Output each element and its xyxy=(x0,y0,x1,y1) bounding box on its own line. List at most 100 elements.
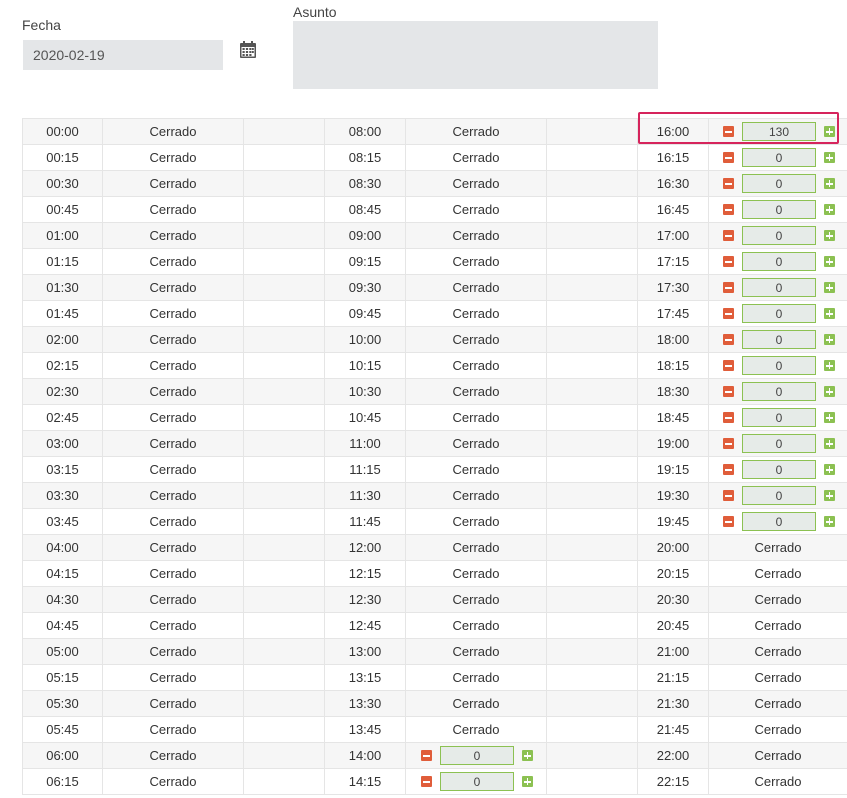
quantity-input[interactable] xyxy=(440,746,514,765)
minus-button[interactable] xyxy=(723,412,734,423)
status-cell: Cerrado xyxy=(708,638,847,665)
time-cell: 11:30 xyxy=(324,482,406,509)
plus-button[interactable] xyxy=(824,438,835,449)
time-cell: 17:45 xyxy=(637,300,709,327)
time-cell: 17:00 xyxy=(637,222,709,249)
status-cell: Cerrado xyxy=(405,430,547,457)
plus-button[interactable] xyxy=(824,412,835,423)
empty-cell xyxy=(546,768,638,795)
quantity-input[interactable] xyxy=(742,174,816,193)
time-cell: 12:30 xyxy=(324,586,406,613)
quantity-input[interactable] xyxy=(742,252,816,271)
quantity-control xyxy=(708,248,847,275)
plus-button[interactable] xyxy=(824,360,835,371)
quantity-input[interactable] xyxy=(742,382,816,401)
plus-button[interactable] xyxy=(824,256,835,267)
quantity-input[interactable] xyxy=(742,200,816,219)
minus-button[interactable] xyxy=(723,438,734,449)
time-cell: 03:15 xyxy=(22,456,103,483)
status-cell: Cerrado xyxy=(405,144,547,171)
time-cell: 05:30 xyxy=(22,690,103,717)
status-cell: Cerrado xyxy=(708,534,847,561)
plus-button[interactable] xyxy=(522,776,533,787)
table-row: 05:00 Cerrado 13:00 Cerrado 21:00 Cerrado xyxy=(22,638,847,665)
quantity-input[interactable] xyxy=(742,434,816,453)
plus-button[interactable] xyxy=(824,386,835,397)
time-cell: 01:00 xyxy=(22,222,103,249)
minus-button[interactable] xyxy=(723,152,734,163)
minus-button[interactable] xyxy=(723,282,734,293)
empty-cell xyxy=(243,248,325,275)
minus-button[interactable] xyxy=(723,178,734,189)
time-cell: 00:45 xyxy=(22,196,103,223)
quantity-input[interactable] xyxy=(742,512,816,531)
minus-button[interactable] xyxy=(723,516,734,527)
quantity-control xyxy=(405,742,547,769)
minus-button[interactable] xyxy=(421,776,432,787)
minus-button[interactable] xyxy=(723,386,734,397)
quantity-input[interactable] xyxy=(742,408,816,427)
plus-button[interactable] xyxy=(824,204,835,215)
quantity-input[interactable] xyxy=(440,772,514,791)
empty-cell xyxy=(243,664,325,691)
quantity-input[interactable] xyxy=(742,278,816,297)
quantity-control xyxy=(708,430,847,457)
status-cell: Cerrado xyxy=(405,612,547,639)
minus-button[interactable] xyxy=(723,126,734,137)
empty-cell xyxy=(243,768,325,795)
quantity-input[interactable] xyxy=(742,486,816,505)
minus-button[interactable] xyxy=(723,334,734,345)
quantity-input[interactable] xyxy=(742,148,816,167)
quantity-input[interactable] xyxy=(742,226,816,245)
plus-button[interactable] xyxy=(522,750,533,761)
date-input[interactable]: 2020-02-19 xyxy=(23,40,223,70)
plus-button[interactable] xyxy=(824,490,835,501)
empty-cell xyxy=(243,508,325,535)
time-cell: 17:30 xyxy=(637,274,709,301)
minus-button[interactable] xyxy=(723,230,734,241)
quantity-input[interactable] xyxy=(742,330,816,349)
quantity-input[interactable] xyxy=(742,304,816,323)
time-cell: 13:45 xyxy=(324,716,406,743)
time-cell: 04:45 xyxy=(22,612,103,639)
fecha-label: Fecha xyxy=(22,17,61,33)
minus-button[interactable] xyxy=(723,464,734,475)
asunto-textarea[interactable] xyxy=(293,21,658,89)
plus-button[interactable] xyxy=(824,516,835,527)
empty-cell xyxy=(546,404,638,431)
plus-button[interactable] xyxy=(824,126,835,137)
empty-cell xyxy=(546,534,638,561)
minus-button[interactable] xyxy=(723,204,734,215)
status-cell: Cerrado xyxy=(405,404,547,431)
plus-button[interactable] xyxy=(824,464,835,475)
minus-button[interactable] xyxy=(723,308,734,319)
plus-button[interactable] xyxy=(824,178,835,189)
table-row: 00:00 Cerrado 08:00 Cerrado 16:00 xyxy=(22,118,847,145)
plus-button[interactable] xyxy=(824,308,835,319)
empty-cell xyxy=(546,560,638,587)
quantity-control xyxy=(708,118,847,145)
time-cell: 21:15 xyxy=(637,664,709,691)
table-row: 01:00 Cerrado 09:00 Cerrado 17:00 xyxy=(22,222,847,249)
plus-button[interactable] xyxy=(824,282,835,293)
status-cell: Cerrado xyxy=(405,586,547,613)
empty-cell xyxy=(243,378,325,405)
quantity-input[interactable] xyxy=(742,460,816,479)
minus-button[interactable] xyxy=(723,256,734,267)
calendar-icon[interactable] xyxy=(239,41,257,59)
time-cell: 19:00 xyxy=(637,430,709,457)
empty-cell xyxy=(546,612,638,639)
plus-button[interactable] xyxy=(824,152,835,163)
plus-button[interactable] xyxy=(824,230,835,241)
status-cell: Cerrado xyxy=(102,612,244,639)
plus-button[interactable] xyxy=(824,334,835,345)
quantity-input[interactable] xyxy=(742,122,816,141)
minus-button[interactable] xyxy=(723,360,734,371)
quantity-input[interactable] xyxy=(742,356,816,375)
time-cell: 13:00 xyxy=(324,638,406,665)
minus-button[interactable] xyxy=(421,750,432,761)
minus-button[interactable] xyxy=(723,490,734,501)
time-cell: 22:00 xyxy=(637,742,709,769)
time-cell: 03:00 xyxy=(22,430,103,457)
quantity-control xyxy=(708,352,847,379)
